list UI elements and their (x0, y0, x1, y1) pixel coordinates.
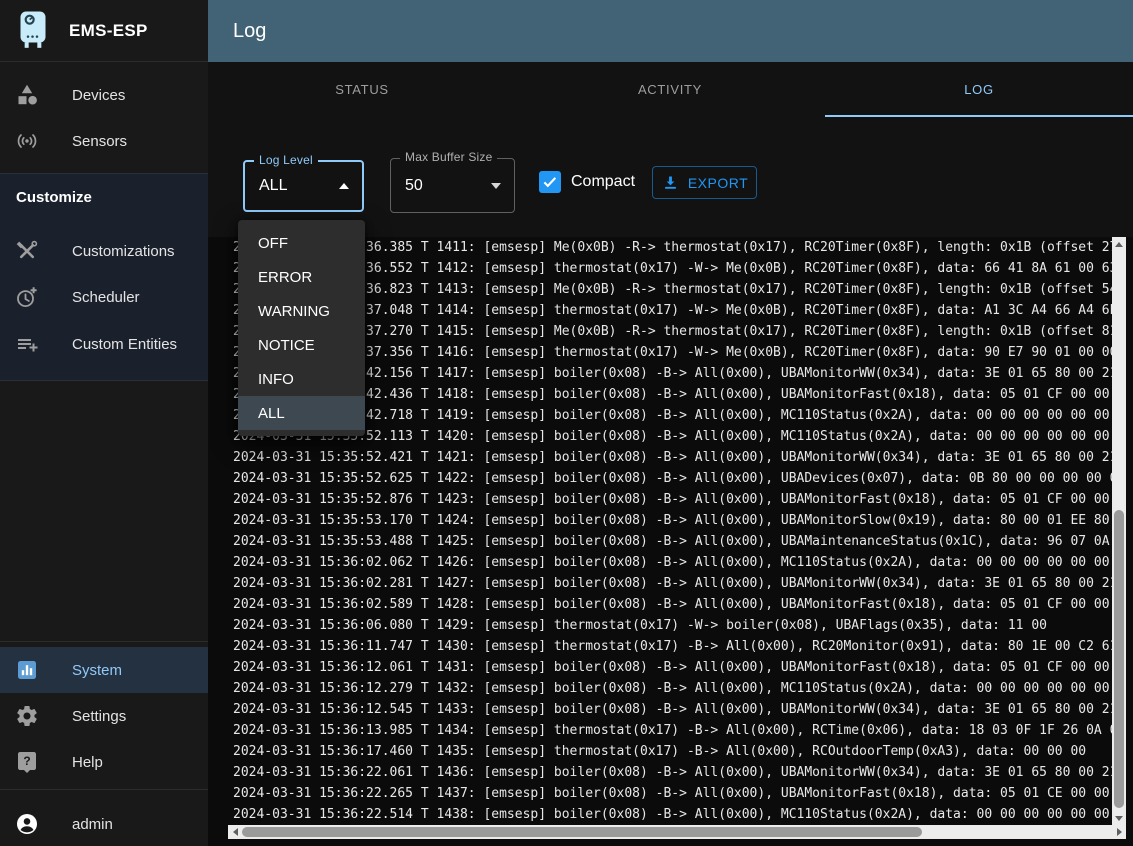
sidebar-divider (0, 641, 208, 642)
sidebar-item-label: Devices (72, 87, 125, 104)
download-icon (661, 173, 680, 192)
active-tab-indicator (825, 115, 1133, 117)
export-button-label: EXPORT (688, 175, 748, 191)
log-line: 2024-03-31 15:35:52.876 T 1423: [emsesp]… (228, 489, 1112, 510)
vertical-scrollbar-thumb[interactable] (1114, 510, 1124, 808)
log-line: 2024-03-31 15:35:52.421 T 1421: [emsesp]… (228, 447, 1112, 468)
sidebar-section-customize: Customize Customizations (0, 173, 208, 381)
log-level-value: ALL (259, 177, 287, 195)
log-line: 2024-03-31 15:36:02.589 T 1428: [emsesp]… (228, 594, 1112, 615)
log-level-menu: OFF ERROR WARNING NOTICE INFO ALL (238, 220, 365, 436)
log-level-option[interactable]: INFO (238, 362, 365, 396)
log-level-option[interactable]: ERROR (238, 260, 365, 294)
sidebar-item-custom-entities[interactable]: Custom Entities (0, 321, 208, 367)
log-line: 2024-03-31 15:35:53.170 T 1424: [emsesp]… (228, 510, 1112, 531)
log-line: 2024-03-31 15:36:12.061 T 1431: [emsesp]… (228, 657, 1112, 678)
tab-log[interactable]: LOG (825, 62, 1133, 117)
max-buffer-size-value: 50 (405, 177, 423, 195)
log-line: 2024-03-31 15:36:22.061 T 1436: [emsesp]… (228, 762, 1112, 783)
sidebar-item-label: Settings (72, 708, 126, 725)
help-icon: ? (15, 750, 39, 774)
page-title: Log (233, 20, 266, 43)
log-line: 2024-03-31 15:36:11.747 T 1430: [emsesp]… (228, 636, 1112, 657)
log-line: 2024-03-31 15:35:52.625 T 1422: [emsesp]… (228, 468, 1112, 489)
app-logo-row: EMS-ESP (0, 0, 208, 62)
account-circle-icon (15, 812, 39, 836)
list-add-icon (15, 332, 39, 356)
chevron-up-icon (339, 183, 349, 189)
sidebar-item-help[interactable]: ? Help (0, 739, 208, 785)
log-line: 2024-03-31 15:36:02.281 T 1427: [emsesp]… (228, 573, 1112, 594)
sidebar-item-settings[interactable]: Settings (0, 693, 208, 739)
tools-icon (15, 239, 39, 263)
vertical-scrollbar[interactable] (1112, 237, 1126, 825)
app-bar: Log (208, 0, 1133, 62)
sidebar-item-label: System (72, 662, 122, 679)
log-line: 2024-03-31 15:36:22.514 T 1438: [emsesp]… (228, 804, 1112, 825)
sidebar-item-label: Sensors (72, 133, 127, 150)
sidebar-item-sensors[interactable]: Sensors (0, 118, 208, 164)
export-button[interactable]: EXPORT (652, 166, 757, 199)
username-label: admin (72, 816, 113, 833)
boiler-logo-icon (13, 10, 53, 52)
sidebar-item-system[interactable]: System (0, 647, 208, 693)
compact-checkbox[interactable] (539, 171, 561, 193)
log-level-option[interactable]: NOTICE (238, 328, 365, 362)
svg-text:?: ? (23, 754, 30, 768)
scroll-down-arrow[interactable] (1112, 811, 1126, 825)
shapes-icon (15, 83, 39, 107)
clock-plus-icon (15, 285, 39, 309)
check-icon (541, 173, 559, 191)
log-line: 2024-03-31 15:36:13.985 T 1434: [emsesp]… (228, 720, 1112, 741)
horizontal-scrollbar-thumb[interactable] (242, 827, 922, 837)
ems-esp-app: EMS-ESP Devices Sensors Customize (0, 0, 1133, 846)
sidebar-item-admin-user[interactable]: admin (0, 802, 208, 846)
sidebar-divider (0, 789, 208, 790)
tab-bar: STATUS ACTIVITY LOG (208, 62, 1133, 117)
sidebar-item-customizations[interactable]: Customizations (0, 228, 208, 274)
max-buffer-size-select[interactable]: Max Buffer Size 50 (390, 158, 515, 213)
chevron-down-icon (491, 183, 501, 189)
max-buffer-size-label: Max Buffer Size (400, 150, 497, 164)
sidebar-item-scheduler[interactable]: Scheduler (0, 274, 208, 320)
sidebar: EMS-ESP Devices Sensors Customize (0, 0, 208, 846)
horizontal-scrollbar[interactable] (228, 825, 1126, 839)
analytics-icon (15, 658, 39, 682)
gear-icon (15, 704, 39, 728)
customize-section-header: Customize (16, 189, 92, 206)
log-line: 2024-03-31 15:36:12.279 T 1432: [emsesp]… (228, 678, 1112, 699)
sidebar-item-devices[interactable]: Devices (0, 72, 208, 118)
log-line: 2024-03-31 15:36:22.265 T 1437: [emsesp]… (228, 783, 1112, 804)
log-line: 2024-03-31 15:36:02.062 T 1426: [emsesp]… (228, 552, 1112, 573)
log-level-select[interactable]: Log Level ALL (243, 160, 364, 212)
log-line: 2024-03-31 15:35:53.488 T 1425: [emsesp]… (228, 531, 1112, 552)
log-level-option[interactable]: WARNING (238, 294, 365, 328)
sidebar-item-label: Customizations (72, 243, 175, 260)
log-level-label: Log Level (254, 153, 318, 167)
log-line: 2024-03-31 15:36:17.460 T 1435: [emsesp]… (228, 741, 1112, 762)
tab-status[interactable]: STATUS (208, 62, 516, 117)
sidebar-item-label: Custom Entities (72, 336, 177, 353)
app-title: EMS-ESP (69, 21, 148, 41)
scroll-up-arrow[interactable] (1112, 237, 1126, 251)
scroll-right-arrow[interactable] (1112, 825, 1126, 839)
sidebar-item-label: Scheduler (72, 289, 140, 306)
log-line: 2024-03-31 15:36:12.545 T 1433: [emsesp]… (228, 699, 1112, 720)
compact-label: Compact (571, 173, 635, 191)
scroll-left-arrow[interactable] (228, 825, 242, 839)
tab-activity[interactable]: ACTIVITY (516, 62, 824, 117)
log-level-option[interactable]: OFF (238, 226, 365, 260)
sidebar-item-label: Help (72, 754, 103, 771)
sensor-signal-icon (15, 129, 39, 153)
log-level-option[interactable]: ALL (238, 396, 365, 430)
log-line: 2024-03-31 15:36:06.080 T 1429: [emsesp]… (228, 615, 1112, 636)
